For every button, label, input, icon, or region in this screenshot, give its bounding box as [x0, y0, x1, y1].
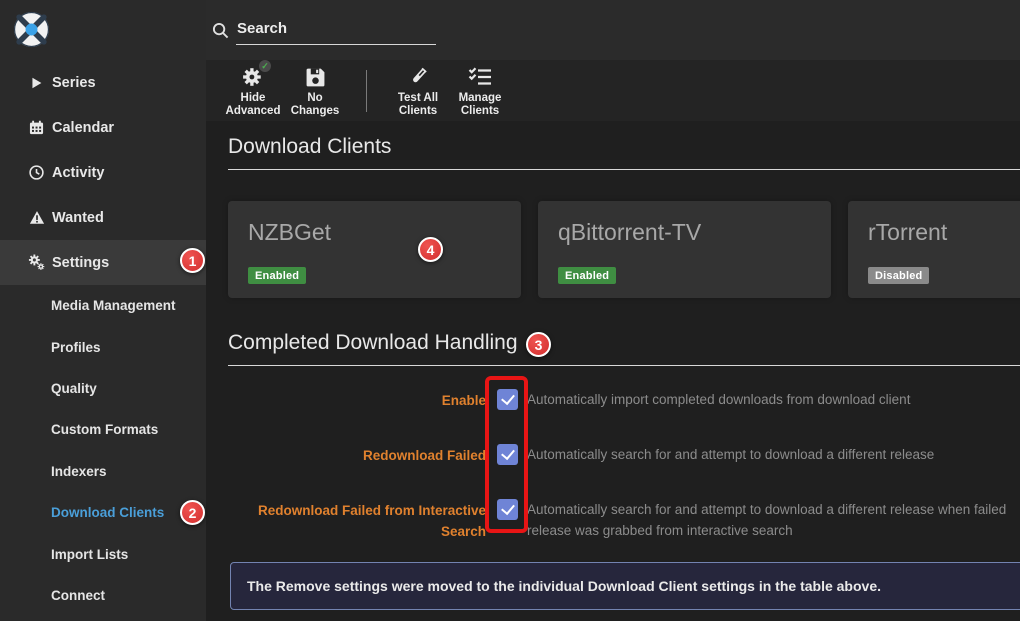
search-icon — [212, 22, 229, 44]
search-input[interactable] — [236, 20, 436, 45]
status-badge: Disabled — [868, 267, 929, 284]
advanced-check-icon: ✓ — [259, 60, 271, 72]
sidebar-item-series[interactable]: Series — [0, 60, 206, 105]
redownload-failed-interactive-help-text: Automatically search for and attempt to … — [527, 484, 1013, 541]
gear-check-icon: ✓ — [242, 63, 264, 88]
sidebar-item-label: Series — [52, 75, 96, 91]
sidebar-subitem-label: Connect — [51, 588, 105, 603]
floppy-icon — [305, 63, 326, 88]
test-tube-icon — [407, 63, 429, 88]
sidebar-item-quality[interactable]: Quality — [0, 368, 206, 409]
sidebar-subitem-label: Quality — [51, 381, 97, 396]
status-badge: Enabled — [248, 267, 306, 284]
client-name: rTorrent — [868, 219, 1020, 246]
app-window: ✓ Hide Advanced No Changes — [0, 0, 1020, 621]
toolbar-divider — [366, 70, 367, 112]
sidebar-item-download-clients[interactable]: Download Clients — [0, 492, 206, 533]
annotation-circle-1: 1 — [180, 248, 205, 273]
toolbar-button-label: Test All — [398, 92, 438, 105]
sidebar-item-connect[interactable]: Connect — [0, 575, 206, 616]
completed-download-handling-form: Enable Automatically import completed do… — [228, 374, 1020, 542]
sidebar-subitem-label: Profiles — [51, 340, 101, 355]
client-name: NZBGet — [248, 219, 501, 246]
toolbar-button-label: No — [307, 92, 322, 105]
annotation-circle-3: 3 — [526, 332, 551, 357]
sidebar-subitem-label: Media Management — [51, 298, 176, 313]
form-row-redownload-failed-interactive: Redownload Failed from Interactive Searc… — [228, 484, 1020, 542]
sidebar-subitem-label: Download Clients — [51, 505, 164, 520]
toolbar-button-label: Manage — [459, 92, 502, 105]
form-row-redownload-failed: Redownload Failed Automatically search f… — [228, 429, 1020, 484]
client-card-qbittorrent-tv[interactable]: qBittorrent-TV Enabled — [538, 201, 831, 298]
sidebar-item-label: Activity — [52, 165, 104, 181]
sidebar-item-profiles[interactable]: Profiles — [0, 326, 206, 367]
enable-label: Enable — [228, 374, 486, 411]
download-client-cards: NZBGet Enabled qBittorrent-TV Enabled rT… — [228, 201, 1020, 298]
warning-icon — [28, 209, 45, 226]
toolbar-button-label: Hide — [241, 92, 266, 105]
sidebar-item-label: Calendar — [52, 120, 114, 136]
test-all-clients-button[interactable]: Test All Clients — [387, 63, 449, 118]
sidebar-item-indexers[interactable]: Indexers — [0, 451, 206, 492]
no-changes-button[interactable]: No Changes — [284, 63, 346, 118]
sidebar-item-custom-formats[interactable]: Custom Formats — [0, 409, 206, 450]
client-card-nzbget[interactable]: NZBGet Enabled — [228, 201, 521, 298]
sidebar-subitem-label: Custom Formats — [51, 422, 158, 437]
redownload-failed-label: Redownload Failed — [228, 429, 486, 466]
sidebar-item-settings[interactable]: Settings — [0, 240, 206, 285]
redownload-failed-interactive-label: Redownload Failed from Interactive Searc… — [228, 484, 486, 542]
toolbar-button-label: Changes — [291, 105, 340, 118]
section-title-download-clients: Download Clients — [228, 135, 1020, 170]
section-title-completed-download-handling: Completed Download Handling — [228, 331, 1020, 366]
sidebar-nav: Series Calendar — [0, 60, 206, 616]
sidebar-item-calendar[interactable]: Calendar — [0, 105, 206, 150]
hide-advanced-button[interactable]: ✓ Hide Advanced — [222, 63, 284, 118]
calendar-icon — [28, 119, 45, 136]
top-header — [206, 0, 1020, 60]
sidebar-item-label: Settings — [52, 255, 109, 271]
status-badge: Enabled — [558, 267, 616, 284]
annotation-circle-4: 4 — [418, 237, 443, 262]
toolbar-button-label: Clients — [461, 105, 499, 118]
clock-icon — [28, 164, 45, 181]
play-icon — [28, 74, 45, 91]
info-banner: The Remove settings were moved to the in… — [230, 562, 1020, 610]
redownload-failed-help-text: Automatically search for and attempt to … — [527, 429, 934, 466]
client-name: qBittorrent-TV — [558, 219, 811, 246]
sonarr-logo[interactable] — [13, 11, 50, 48]
client-card-rtorrent[interactable]: rTorrent Disabled — [848, 201, 1020, 298]
toolbar-button-label: Advanced — [226, 105, 281, 118]
manage-clients-button[interactable]: Manage Clients — [449, 63, 511, 118]
sidebar-item-import-lists[interactable]: Import Lists — [0, 533, 206, 574]
sidebar-item-activity[interactable]: Activity — [0, 150, 206, 195]
sidebar-item-label: Wanted — [52, 210, 104, 226]
form-row-enable: Enable Automatically import completed do… — [228, 374, 1020, 429]
annotation-circle-2: 2 — [180, 500, 205, 525]
sidebar-subitem-label: Import Lists — [51, 547, 128, 562]
sidebar-item-wanted[interactable]: Wanted — [0, 195, 206, 240]
gears-icon — [28, 254, 45, 271]
toolbar-button-label: Clients — [399, 105, 437, 118]
sidebar-item-media-management[interactable]: Media Management — [0, 285, 206, 326]
enable-help-text: Automatically import completed downloads… — [527, 374, 910, 411]
checklist-icon — [468, 63, 492, 88]
settings-content: Download Clients NZBGet Enabled qBittorr… — [206, 121, 1020, 621]
page-toolbar: ✓ Hide Advanced No Changes — [206, 60, 1020, 121]
sidebar-subitem-label: Indexers — [51, 464, 107, 479]
sidebar: Series Calendar — [0, 0, 206, 621]
checkbox-highlight-box — [485, 376, 528, 533]
